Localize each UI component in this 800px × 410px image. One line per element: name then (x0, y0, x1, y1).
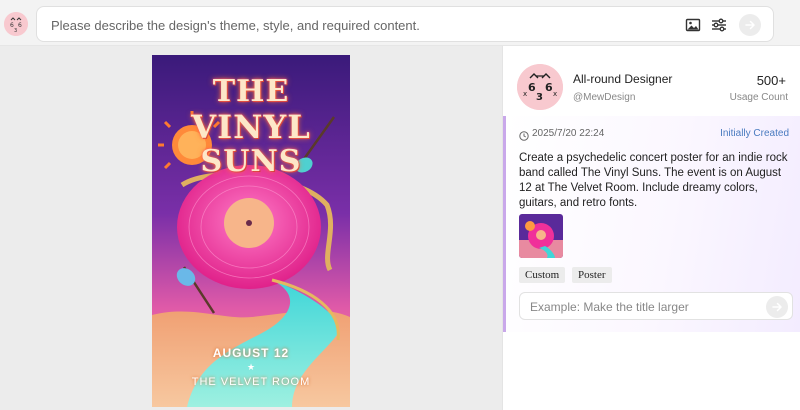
send-arrow-icon (745, 20, 756, 30)
card-timestamp: 2025/7/20 22:24 (532, 128, 605, 139)
designer-name: All-round Designer (573, 72, 673, 86)
edit-request-input[interactable] (530, 298, 760, 316)
top-bar: 6 6 3 (0, 0, 800, 46)
poster-thumbnail[interactable] (519, 214, 563, 258)
cat-face-icon: 6 6 3 x x (517, 64, 563, 110)
svg-text:3: 3 (536, 92, 543, 103)
tag-chip-poster[interactable]: Poster (572, 267, 612, 283)
edit-send-button[interactable] (766, 296, 788, 318)
send-button[interactable] (739, 14, 761, 36)
generation-history-card: 2025/7/20 22:24 Initially Created Create… (503, 116, 800, 332)
generated-poster[interactable]: THE VINYL SUNS AUGUST 12 ★ THE VELVET RO… (152, 55, 350, 407)
poster-date: AUGUST 12 (212, 346, 290, 360)
poster-venue: THE VELVET ROOM (191, 376, 311, 388)
image-upload-icon[interactable] (685, 17, 701, 33)
settings-sliders-icon[interactable] (711, 17, 727, 33)
cat-face-icon: 6 6 3 (4, 12, 28, 36)
svg-text:3: 3 (14, 28, 17, 34)
design-canvas: THE VINYL SUNS AUGUST 12 ★ THE VELVET RO… (0, 46, 502, 410)
poster-title-line-3: SUNS (200, 144, 302, 179)
edit-request-box (519, 292, 793, 320)
clock-icon (519, 128, 529, 141)
poster-title-line-2: VINYL (191, 108, 311, 146)
send-arrow-icon (772, 302, 783, 312)
app-logo-avatar[interactable]: 6 6 3 (4, 12, 28, 36)
details-panel: 6 6 3 x x All-round Designer @MewDesign … (502, 46, 800, 410)
card-prompt-text: Create a psychedelic concert poster for … (519, 152, 788, 209)
svg-text:x: x (553, 90, 557, 98)
svg-text:6: 6 (18, 22, 22, 29)
poster-title-line-1: THE (212, 74, 290, 109)
designer-avatar: 6 6 3 x x (517, 64, 563, 110)
usage-count-label: Usage Count (729, 92, 788, 103)
svg-text:6: 6 (528, 81, 536, 94)
svg-text:6: 6 (545, 81, 553, 94)
usage-count-value: 500+ (756, 73, 786, 88)
svg-text:x: x (523, 90, 527, 98)
prompt-box (36, 6, 774, 42)
designer-handle: @MewDesign (573, 92, 636, 103)
card-status-link[interactable]: Initially Created (720, 128, 789, 139)
tag-chip-custom[interactable]: Custom (519, 267, 566, 283)
poster-star-separator: ★ (246, 362, 256, 372)
prompt-input[interactable] (51, 15, 651, 35)
